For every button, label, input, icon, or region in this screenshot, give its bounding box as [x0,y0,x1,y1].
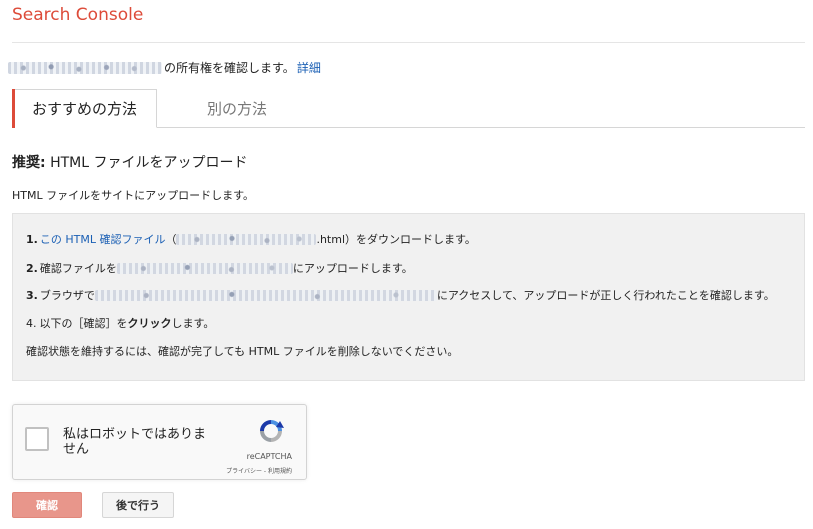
confirm-button[interactable]: 確認 [12,492,82,518]
section-title: 推奨: HTML ファイルをアップロード [12,152,247,172]
confirm-button-label: 確認 [36,499,58,512]
ownership-text: の所有権を確認します。 [164,61,295,75]
tab-alternate[interactable]: 別の方法 [177,89,297,127]
recaptcha-widget: 私はロボットではありません reCAPTCHA プライバシー - 利用規約 [12,404,307,480]
recommended-title: HTML ファイルをアップロード [50,155,248,171]
step-2: 2. 確認ファイルを にアップロードします。 [26,260,413,276]
recaptcha-brand: reCAPTCHA [246,452,292,461]
method-tabs: おすすめの方法 別の方法 [12,89,805,128]
step-3-number: 3. [26,288,38,302]
section-subtitle: HTML ファイルをサイトにアップロードします。 [12,189,255,202]
step-3: 3. ブラウザで にアクセスして、アップロードが正しく行われたことを確認します。 [26,287,775,303]
recaptcha-terms-link[interactable]: プライバシー - 利用規約 [226,466,292,475]
redacted-site-url [8,61,162,74]
step-4-bold: クリック [127,317,172,330]
recaptcha-label: 私はロボットではありません [63,427,207,457]
download-verification-file-link[interactable]: この HTML 確認ファイル [40,231,166,247]
later-button-label: 後で行う [116,499,160,512]
step-1-text: をダウンロードします。 [356,233,476,246]
step-4-pre: 以下の［確認］を [39,317,128,330]
details-link[interactable]: 詳細 [297,59,321,76]
tab-recommended[interactable]: おすすめの方法 [12,89,157,128]
step-2-post: にアップロードします。 [292,262,413,275]
retention-note: 確認状態を維持するには、確認が完了しても HTML ファイルを削除しないでくださ… [26,345,459,358]
step-1-ext: .html） [316,233,357,246]
recaptcha-logo-icon [260,420,284,442]
step-4-number: 4. [26,316,37,330]
app-title: Search Console [12,5,144,25]
recommended-label: 推奨: [12,155,46,171]
redacted-site-url [116,262,293,274]
step-3-pre: ブラウザで [39,289,95,302]
step-4: 4. 以下の［確認］を クリック します。 [26,315,214,331]
later-button[interactable]: 後で行う [102,492,174,518]
step-2-pre: 確認ファイルを [39,262,117,275]
step-1: 1. この HTML 確認ファイル （ .html） をダウンロードします。 [26,231,476,247]
step-3-post: にアクセスして、アップロードが正しく行われたことを確認します。 [436,289,775,302]
ownership-line: の所有権を確認します。 詳細 [8,59,321,76]
step-1-number: 1. [26,232,38,246]
tab-recommended-label: おすすめの方法 [31,100,137,118]
step-2-number: 2. [26,261,38,275]
header-divider [12,42,805,43]
step-1-paren: （ [165,233,177,246]
steps-panel: 1. この HTML 確認ファイル （ .html） をダウンロードします。 2… [12,213,805,381]
redacted-filename [176,233,317,245]
redacted-verification-url [94,289,437,301]
step-4-post: します。 [171,317,215,330]
tab-alternate-label: 別の方法 [206,99,267,118]
recaptcha-checkbox[interactable] [25,427,49,451]
